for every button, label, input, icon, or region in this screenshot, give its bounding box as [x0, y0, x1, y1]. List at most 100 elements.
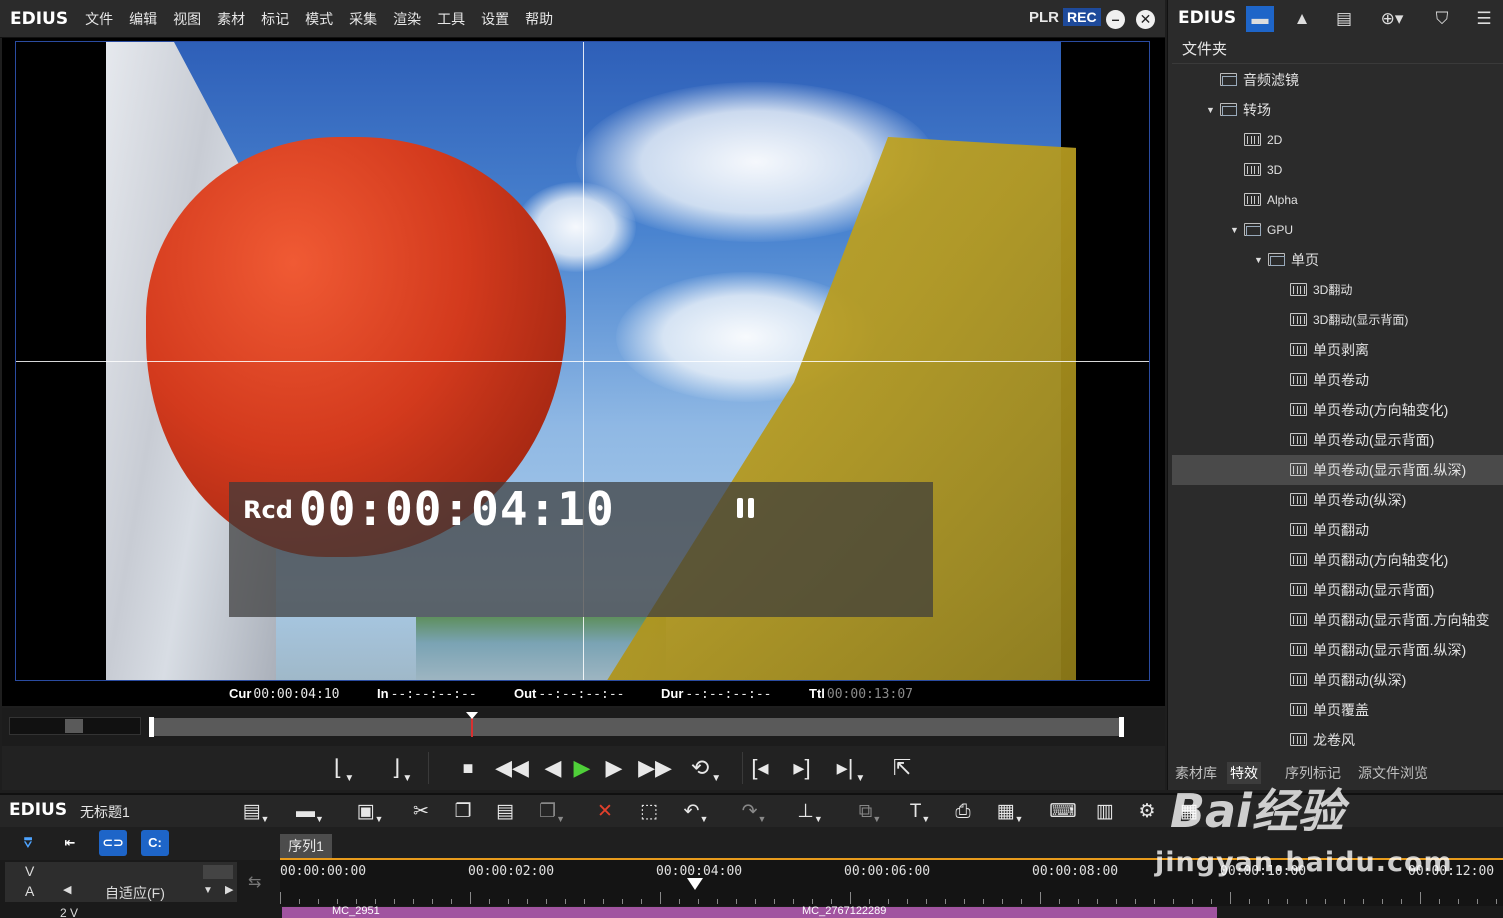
set-out-icon[interactable]: ⌋ ▼	[382, 754, 422, 784]
menu-edit[interactable]: 编辑	[122, 9, 166, 29]
copy-icon[interactable]: ❐	[446, 799, 480, 825]
menu-render[interactable]: 渲染	[386, 9, 430, 29]
link-icon[interactable]: ⊂⊃	[99, 830, 127, 856]
timeline-cursor[interactable]	[687, 878, 703, 890]
timeline-clip[interactable]: MC_2951 MC_2767122289	[282, 905, 1217, 918]
tree-item[interactable]: 单页翻动	[1172, 515, 1503, 545]
expand-arrow-icon[interactable]: ▼	[1254, 245, 1266, 275]
expand-arrow-icon[interactable]: ▼	[1206, 95, 1218, 125]
tree-item[interactable]: 龙卷风	[1172, 725, 1503, 755]
cut-icon[interactable]: ✂	[404, 799, 438, 825]
tree-item[interactable]: 2D	[1172, 125, 1503, 155]
tree-item[interactable]: 3D翻动	[1172, 275, 1503, 305]
tree-item[interactable]: 单页翻动(显示背面.方向轴变	[1172, 605, 1503, 635]
tab-sequence1[interactable]: 序列1	[280, 834, 332, 858]
menu-mode[interactable]: 模式	[298, 9, 342, 29]
open-project-icon[interactable]: ▬▼	[290, 799, 330, 825]
delete-icon[interactable]: ✕	[588, 799, 622, 825]
tree-item[interactable]: 单页卷动(显示背面.纵深)	[1172, 455, 1503, 485]
insert-mode-icon[interactable]: ⇤	[56, 830, 84, 856]
tree-item[interactable]: 单页卷动(方向轴变化)	[1172, 395, 1503, 425]
set-in-icon[interactable]: ⌊ ▼	[324, 754, 364, 784]
menu-capture[interactable]: 采集	[342, 9, 386, 29]
track-header-a[interactable]: A ◀ 自适应(F) ▼ ▶	[5, 882, 237, 902]
playhead-marker[interactable]	[466, 712, 479, 737]
menu-settings[interactable]: 设置	[474, 9, 518, 29]
split-icon[interactable]: ⊥▼	[790, 799, 830, 825]
tree-item[interactable]: 单页卷动(显示背面)	[1172, 425, 1503, 455]
minimize-icon[interactable]: –	[1106, 10, 1125, 29]
fit-mode-select[interactable]: 自适应(F)	[105, 883, 165, 903]
layout-icon[interactable]: ▦▼	[990, 799, 1030, 825]
shuttle-slider[interactable]	[9, 717, 141, 735]
export-icon[interactable]: ⇱	[887, 754, 917, 782]
play-icon[interactable]: ▶	[568, 754, 596, 782]
stop-icon[interactable]: ■	[454, 754, 482, 782]
tree-item[interactable]: 单页卷动(纵深)	[1172, 485, 1503, 515]
redo-icon[interactable]: ↷▼	[734, 799, 774, 825]
tree-item[interactable]: 单页翻动(方向轴变化)	[1172, 545, 1503, 575]
tree-item[interactable]: 单页翻动(显示背面.纵深)	[1172, 635, 1503, 665]
prev-arrow-icon[interactable]: ◀	[63, 883, 71, 896]
save-icon[interactable]: ▣▼	[350, 799, 390, 825]
preview-monitor[interactable]: Rcd 00:00:04:10	[15, 41, 1150, 681]
ruler-tick	[641, 899, 642, 904]
tree-item[interactable]: Alpha	[1172, 185, 1503, 215]
tree-item[interactable]: ▼ 单页	[1172, 245, 1503, 275]
shield-icon[interactable]: ⛉	[1428, 6, 1456, 32]
tree-item[interactable]: 单页覆盖	[1172, 695, 1503, 725]
prev-frame-icon[interactable]: ◀	[541, 754, 565, 782]
menu-clip[interactable]: 素材	[210, 9, 254, 29]
ripple-mode-icon[interactable]: C:	[141, 830, 169, 856]
paste-icon[interactable]: ▤	[488, 799, 522, 825]
folder-view-icon[interactable]: ▬	[1246, 6, 1274, 32]
undo-icon[interactable]: ↶▼	[676, 799, 716, 825]
rec-button[interactable]: REC	[1063, 8, 1101, 26]
group-icon[interactable]: ⧉▼	[850, 799, 890, 825]
track-slider[interactable]	[203, 865, 233, 879]
tree-item[interactable]: ▼ GPU	[1172, 215, 1503, 245]
plr-button[interactable]: PLR	[1029, 9, 1059, 26]
next-arrow-icon[interactable]: ▶	[225, 883, 233, 896]
close-icon[interactable]: ✕	[1136, 10, 1155, 29]
menu-tools[interactable]: 工具	[430, 9, 474, 29]
tree-item[interactable]: 单页卷动	[1172, 365, 1503, 395]
position-bar[interactable]	[150, 718, 1124, 736]
add-effect-icon[interactable]: ⊕▾	[1372, 6, 1412, 32]
next-edit-icon[interactable]: ▸]	[787, 754, 817, 782]
folder-list-icon[interactable]: ▤	[1330, 6, 1358, 32]
insert-to-timeline-icon[interactable]: ▸| ▼	[829, 754, 873, 784]
prev-edit-icon[interactable]: [◂	[745, 754, 775, 782]
title-icon[interactable]: T▼	[904, 799, 936, 825]
menu-file[interactable]: 文件	[78, 9, 122, 29]
menu-marker[interactable]: 标记	[254, 9, 298, 29]
ruler-label: 00:00:02:00	[468, 864, 555, 879]
voiceover-icon[interactable]: ⎙	[946, 799, 980, 825]
swap-icon[interactable]: ⇆	[248, 872, 261, 892]
mixer-icon[interactable]: ▥	[1088, 799, 1122, 825]
keyboard-icon[interactable]: ⌨	[1046, 799, 1080, 825]
paste-special-icon[interactable]: ❐▼	[532, 799, 572, 825]
tree-item[interactable]: 单页翻动(显示背面)	[1172, 575, 1503, 605]
next-frame-icon[interactable]: ▶	[602, 754, 626, 782]
list-view-icon[interactable]: ☰	[1470, 6, 1498, 32]
tree-item[interactable]: 单页翻动(纵深)	[1172, 665, 1503, 695]
expand-arrow-icon[interactable]: ▼	[1230, 215, 1242, 245]
ripple-delete-icon[interactable]: ⬚	[632, 799, 666, 825]
tree-item[interactable]: 音频滤镜	[1172, 65, 1503, 95]
menu-help[interactable]: 帮助	[518, 9, 562, 29]
tree-item[interactable]: 单页剥离	[1172, 335, 1503, 365]
loop-icon[interactable]: ⟲ ▼	[684, 754, 728, 784]
rewind-icon[interactable]: ◀◀	[495, 754, 529, 782]
fast-forward-icon[interactable]: ▶▶	[638, 754, 672, 782]
new-sequence-icon[interactable]: ▤▼	[236, 799, 276, 825]
track-header-v[interactable]: V	[5, 862, 237, 882]
dropdown-icon[interactable]: ▼	[203, 885, 213, 896]
shuttle-knob[interactable]	[65, 719, 83, 733]
tree-item[interactable]: 3D翻动(显示背面)	[1172, 305, 1503, 335]
tree-item[interactable]: ▼ 转场	[1172, 95, 1503, 125]
menu-view[interactable]: 视图	[166, 9, 210, 29]
tree-item[interactable]: 3D	[1172, 155, 1503, 185]
snap-icon[interactable]: ⩢	[14, 830, 42, 856]
triangle-icon[interactable]: ▲	[1288, 6, 1316, 32]
